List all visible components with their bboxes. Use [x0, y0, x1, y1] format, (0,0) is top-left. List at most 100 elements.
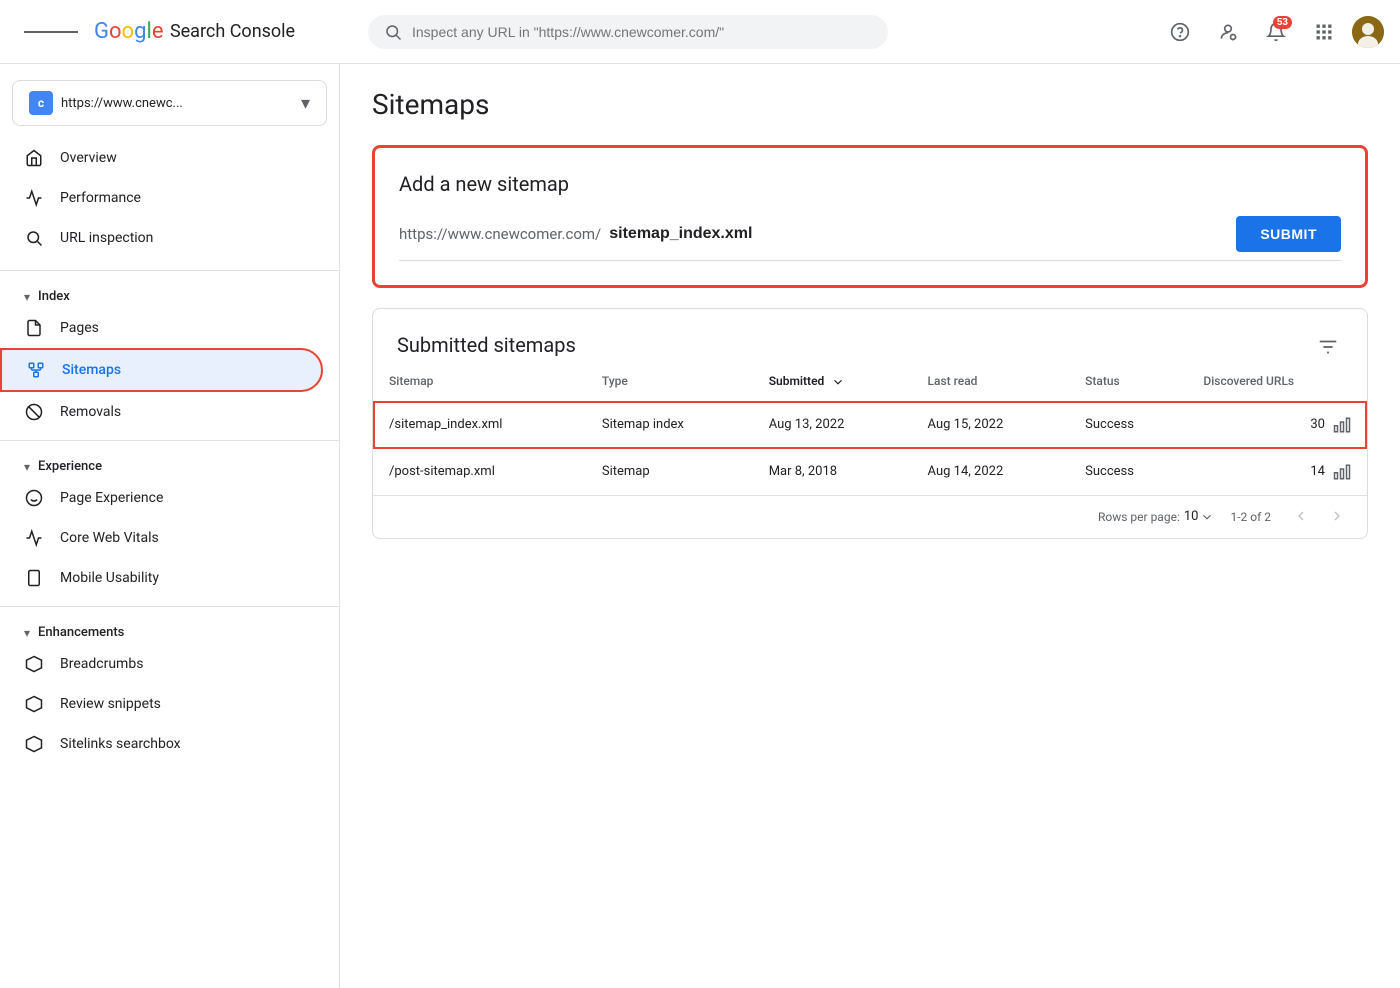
enhancements-section-label: Enhancements [38, 625, 124, 640]
add-sitemap-body: https://www.cnewcomer.com/ SUBMIT [375, 196, 1365, 285]
home-icon [24, 148, 44, 168]
col-last-read: Last read [912, 362, 1070, 401]
sidebar-item-core-web-vitals[interactable]: Core Web Vitals [0, 518, 323, 558]
add-sitemap-card: Add a new sitemap https://www.cnewcomer.… [372, 145, 1368, 288]
bar-chart-icon[interactable] [1333, 463, 1351, 481]
app-logo: Google Search Console [94, 19, 295, 44]
divider-index [0, 270, 339, 271]
pages-icon [24, 318, 44, 338]
enhancements-section-header[interactable]: ▾ Enhancements [0, 615, 339, 644]
sidebar-item-label: Overview [60, 150, 117, 166]
page-title: Sitemaps [372, 88, 1368, 121]
bar-chart-icon[interactable] [1333, 416, 1351, 434]
help-icon [1170, 22, 1190, 42]
search-input[interactable] [412, 24, 872, 40]
product-name: Search Console [165, 21, 295, 42]
sidebar-item-sitemaps[interactable]: Sitemaps [0, 348, 323, 392]
sidebar: c https://www.cnewc... ▾ Overview Perfor… [0, 64, 340, 988]
divider-experience [0, 440, 339, 441]
property-dropdown-arrow: ▾ [301, 93, 310, 114]
filter-icon[interactable] [1313, 329, 1343, 362]
sidebar-item-label: Performance [60, 190, 141, 206]
apps-icon [1314, 22, 1334, 42]
cell-discovered-urls: 14 [1187, 449, 1367, 495]
mobile-icon [24, 568, 44, 588]
search-small-icon [24, 228, 44, 248]
help-button[interactable] [1160, 12, 1200, 52]
removals-icon [24, 402, 44, 422]
user-settings-button[interactable] [1208, 12, 1248, 52]
layout: c https://www.cnewc... ▾ Overview Perfor… [0, 64, 1400, 988]
cell-submitted: Aug 13, 2022 [753, 401, 912, 449]
cell-sitemap: /post-sitemap.xml [373, 449, 586, 495]
cell-submitted: Mar 8, 2018 [753, 449, 912, 495]
rows-per-page: Rows per page: 10 [1098, 509, 1214, 524]
avatar-image [1352, 16, 1384, 48]
page-experience-icon [24, 488, 44, 508]
cell-type: Sitemap index [586, 401, 753, 449]
performance-icon [24, 188, 44, 208]
submitted-sitemaps-card: Submitted sitemaps Sitemap Type Submitte… [372, 308, 1368, 539]
core-web-vitals-icon [24, 528, 44, 548]
rows-per-page-select[interactable]: 10 [1184, 509, 1215, 524]
sidebar-item-label: Page Experience [60, 490, 163, 506]
sidebar-item-label: Sitemaps [62, 362, 121, 378]
apps-button[interactable] [1304, 12, 1344, 52]
submitted-sitemaps-title: Submitted sitemaps [397, 333, 576, 357]
property-selector[interactable]: c https://www.cnewc... ▾ [12, 80, 327, 126]
main-content: Sitemaps Add a new sitemap https://www.c… [340, 64, 1400, 988]
experience-section-label: Experience [38, 459, 102, 474]
sidebar-item-label: Sitelinks searchbox [60, 736, 181, 752]
prev-page-button[interactable] [1287, 504, 1315, 530]
page-info: 1-2 of 2 [1230, 510, 1271, 524]
avatar[interactable] [1352, 16, 1384, 48]
rows-per-page-label: Rows per page: [1098, 510, 1180, 524]
table-row[interactable]: /sitemap_index.xml Sitemap index Aug 13,… [373, 401, 1367, 449]
review-snippets-icon [24, 694, 44, 714]
property-icon: c [29, 91, 53, 115]
sidebar-item-overview[interactable]: Overview [0, 138, 323, 178]
topbar-right: 53 [1160, 12, 1384, 52]
breadcrumbs-icon [24, 654, 44, 674]
sidebar-item-removals[interactable]: Removals [0, 392, 323, 432]
sitemaps-icon [26, 360, 46, 380]
cell-sitemap: /sitemap_index.xml [373, 401, 586, 449]
col-discovered-urls: Discovered URLs [1187, 362, 1367, 401]
cell-type: Sitemap [586, 449, 753, 495]
rows-per-page-value: 10 [1184, 509, 1199, 524]
notifications-button[interactable]: 53 [1256, 12, 1296, 52]
topbar: Google Search Console 53 [0, 0, 1400, 64]
col-submitted[interactable]: Submitted [753, 362, 912, 401]
chevron-icon: ▾ [24, 290, 30, 304]
sidebar-item-review-snippets[interactable]: Review snippets [0, 684, 323, 724]
sitemap-input-row: https://www.cnewcomer.com/ SUBMIT [399, 216, 1341, 261]
sitemap-url-input[interactable] [601, 221, 1220, 247]
chevron-icon: ▾ [24, 460, 30, 474]
pagination: Rows per page: 10 1-2 of 2 [373, 495, 1367, 538]
sidebar-item-pages[interactable]: Pages [0, 308, 323, 348]
table-row[interactable]: /post-sitemap.xml Sitemap Mar 8, 2018 Au… [373, 449, 1367, 495]
property-name: https://www.cnewc... [61, 96, 293, 111]
sidebar-item-sitelinks-searchbox[interactable]: Sitelinks searchbox [0, 724, 323, 764]
sitemap-table: Sitemap Type Submitted Last read Status … [373, 362, 1367, 495]
sidebar-item-page-experience[interactable]: Page Experience [0, 478, 323, 518]
col-sitemap: Sitemap [373, 362, 586, 401]
cell-discovered-urls: 30 [1187, 402, 1367, 449]
logo-g: G [94, 19, 109, 44]
menu-button[interactable] [16, 20, 86, 44]
sidebar-item-breadcrumbs[interactable]: Breadcrumbs [0, 644, 323, 684]
sidebar-item-mobile-usability[interactable]: Mobile Usability [0, 558, 323, 598]
search-bar[interactable] [368, 15, 888, 49]
chevron-icon: ▾ [24, 626, 30, 640]
cell-status: Success [1069, 401, 1187, 449]
property-icon-letter: c [38, 96, 44, 110]
next-page-button[interactable] [1323, 504, 1351, 530]
submit-button[interactable]: SUBMIT [1236, 216, 1341, 252]
logo-o2: o [122, 19, 135, 44]
add-sitemap-title: Add a new sitemap [375, 148, 1365, 196]
experience-section-header[interactable]: ▾ Experience [0, 449, 339, 478]
col-status: Status [1069, 362, 1187, 401]
index-section-header[interactable]: ▾ Index [0, 279, 339, 308]
sidebar-item-performance[interactable]: Performance [0, 178, 323, 218]
sidebar-item-url-inspection[interactable]: URL inspection [0, 218, 323, 258]
